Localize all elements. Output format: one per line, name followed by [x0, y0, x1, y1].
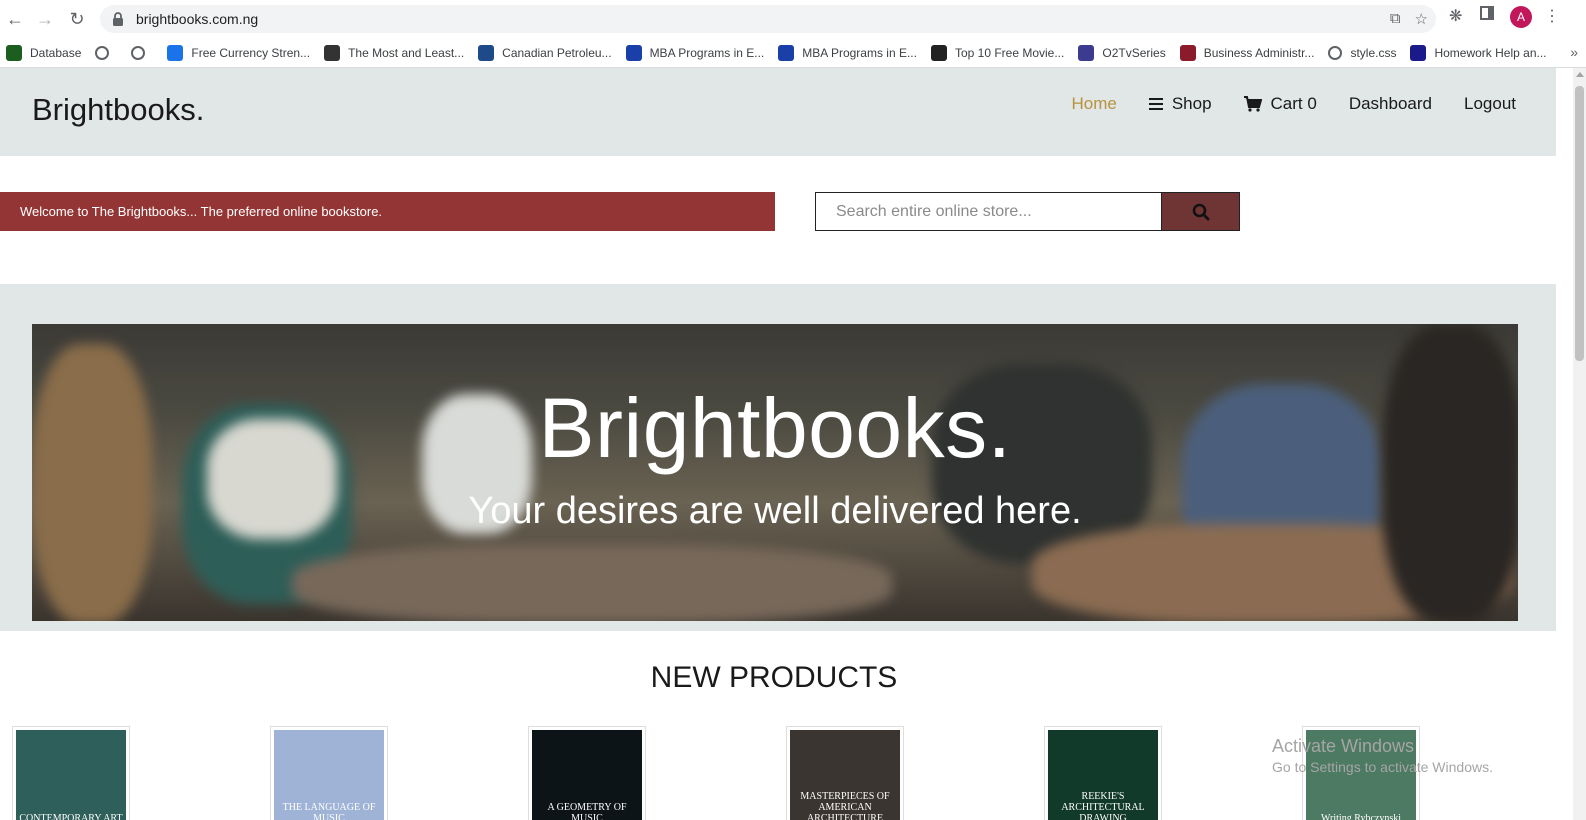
book-cover-image[interactable]: THE LANGUAGE OF MUSIC — [274, 730, 384, 820]
scrollbar-thumb[interactable] — [1575, 86, 1584, 361]
o2-icon — [1078, 44, 1095, 61]
nav-cart-label: Cart 0 — [1270, 94, 1317, 113]
bookmark-item[interactable]: style.css — [1328, 45, 1397, 60]
share-icon[interactable]: ⧉ — [1390, 10, 1401, 28]
site-logo[interactable]: Brightbooks. — [32, 92, 204, 128]
bookmark-item[interactable]: Database — [6, 44, 82, 61]
new-products-heading: NEW PRODUCTS — [650, 661, 898, 694]
bookmark-label: MBA Programs in E... — [649, 45, 765, 60]
bookmark-item[interactable]: Top 10 Free Movie... — [930, 44, 1065, 61]
web-page: Brightbooks. Home Shop Cart 0 Dashboard … — [0, 68, 1556, 820]
bookmark-label: MBA Programs in E... — [802, 45, 917, 60]
book-cover-text: Writing Rybczynski — [1320, 813, 1402, 820]
bookmark-item[interactable]: O2TvSeries — [1078, 44, 1166, 61]
book-cover-text: A GEOMETRY OF MUSIC — [547, 802, 627, 820]
globe-icon — [131, 45, 146, 60]
book-cover-image[interactable]: MASTERPIECES OF AMERICAN ARCHITECTURE — [790, 730, 900, 820]
globe-icon — [95, 45, 110, 60]
forward-icon[interactable]: → — [32, 6, 58, 32]
back-icon[interactable]: ← — [2, 6, 28, 32]
book-cover-image[interactable]: CONTEMPORARY ART — [16, 730, 126, 820]
lock-icon — [113, 12, 123, 26]
hero-banner-image: Brightbooks. Your desires are well deliv… — [32, 324, 1518, 621]
bookmark-item[interactable]: MBA Programs in E... — [778, 44, 917, 61]
bookmark-label: The Most and Least... — [348, 45, 465, 60]
bookmark-label: Homework Help an... — [1434, 45, 1547, 60]
bookmark-item[interactable]: MBA Programs in E... — [625, 44, 765, 61]
globe-icon — [1328, 45, 1343, 60]
mba-icon — [778, 44, 795, 61]
nav-shop-label: Shop — [1171, 94, 1212, 113]
b-icon — [1410, 44, 1427, 61]
search-input[interactable] — [815, 192, 1161, 231]
page-scrollbar[interactable] — [1573, 68, 1586, 820]
clapper-icon — [930, 44, 947, 61]
product-card[interactable]: MASTERPIECES OF AMERICAN ARCHITECTURE — [786, 726, 904, 820]
bookmark-item[interactable]: Homework Help an... — [1410, 44, 1547, 61]
product-card[interactable]: CONTEMPORARY ART — [12, 726, 130, 820]
flag-icon — [1179, 44, 1196, 61]
mba-icon — [625, 44, 642, 61]
watermark-line1: Activate Windows — [1272, 736, 1415, 756]
watermark-line2: Go to Settings to activate Windows. — [1272, 759, 1493, 775]
star-icon[interactable]: ☆ — [1415, 10, 1428, 28]
book-cover-text: REEKIE'S ARCHITECTURAL DRAWING — [1061, 791, 1145, 820]
product-card[interactable]: REEKIE'S ARCHITECTURAL DRAWING — [1044, 726, 1162, 820]
bookmark-item[interactable]: Business Administr... — [1179, 44, 1315, 61]
bookmark-label: O2TvSeries — [1102, 45, 1166, 60]
address-bar[interactable]: brightbooks.com.ng ⧉ ☆ — [100, 5, 1436, 33]
reload-icon[interactable]: ↻ — [64, 6, 90, 32]
hero-title: Brightbooks. — [538, 381, 1012, 475]
welcome-text: Welcome to The Brightbooks... The prefer… — [20, 204, 383, 219]
scroll-up-icon[interactable] — [1576, 72, 1584, 77]
windows-activation-watermark: Activate Windows Go to Settings to activ… — [1272, 736, 1493, 775]
book-cover-text: CONTEMPORARY ART — [19, 813, 123, 820]
menu-icon[interactable]: ⋮ — [1544, 6, 1560, 26]
nav-home[interactable]: Home — [1071, 94, 1116, 114]
fx-icon — [324, 44, 341, 61]
bookmark-label: style.css — [1350, 45, 1397, 60]
product-card[interactable]: THE LANGUAGE OF MUSIC — [270, 726, 388, 820]
site-header: Brightbooks. Home Shop Cart 0 Dashboard … — [0, 68, 1556, 156]
bookmarks-bar: Database Free Currency Stren... The Most a… — [0, 38, 1586, 68]
search-button[interactable] — [1161, 192, 1240, 231]
bookmark-item[interactable]: The Most and Least... — [324, 44, 465, 61]
nav-shop[interactable]: Shop — [1148, 94, 1212, 114]
leaf-icon — [6, 44, 22, 61]
main-nav: Home Shop Cart 0 Dashboard Logout — [1071, 94, 1516, 114]
book-cover-image[interactable]: A GEOMETRY OF MUSIC — [532, 730, 642, 820]
nav-dashboard[interactable]: Dashboard — [1349, 94, 1432, 114]
bookmark-item[interactable] — [131, 45, 153, 60]
welcome-banner: Welcome to The Brightbooks... The prefer… — [0, 192, 775, 231]
more-bookmarks-icon[interactable]: » — [1570, 44, 1578, 60]
bookmark-item[interactable]: Free Currency Stren... — [167, 44, 311, 61]
browser-toolbar: ← → ↻ brightbooks.com.ng ⧉ ☆ ❋ A ⋮ — [0, 0, 1586, 38]
profile-avatar[interactable]: A — [1510, 6, 1532, 28]
cart-icon — [1243, 96, 1262, 112]
hamburger-icon — [1148, 98, 1163, 110]
bookmark-label: Top 10 Free Movie... — [954, 45, 1065, 60]
search-icon — [1192, 203, 1209, 220]
book-cover-text: MASTERPIECES OF AMERICAN ARCHITECTURE — [800, 791, 890, 820]
nav-cart[interactable]: Cart 0 — [1243, 94, 1317, 114]
wave-icon — [478, 44, 495, 61]
product-card[interactable]: A GEOMETRY OF MUSIC — [528, 726, 646, 820]
store-search — [815, 192, 1240, 231]
hero-section: Brightbooks. Your desires are well deliv… — [0, 284, 1556, 631]
bookmark-item[interactable]: Canadian Petroleu... — [478, 44, 612, 61]
bookmark-label: Canadian Petroleu... — [502, 45, 612, 60]
side-panel-icon[interactable] — [1480, 6, 1494, 20]
bookmark-label: Business Administr... — [1203, 45, 1315, 60]
hero-subtitle: Your desires are well delivered here. — [468, 490, 1082, 532]
book-cover-image[interactable]: REEKIE'S ARCHITECTURAL DRAWING — [1048, 730, 1158, 820]
url-text: brightbooks.com.ng — [136, 11, 259, 27]
bookmark-label: Database — [30, 45, 82, 60]
bookmark-item[interactable] — [95, 45, 117, 60]
book-cover-text: THE LANGUAGE OF MUSIC — [282, 802, 376, 820]
nav-logout[interactable]: Logout — [1464, 94, 1516, 114]
extensions-icon[interactable]: ❋ — [1449, 6, 1462, 26]
bookmark-label: Free Currency Stren... — [191, 45, 311, 60]
chart-icon — [167, 44, 184, 61]
